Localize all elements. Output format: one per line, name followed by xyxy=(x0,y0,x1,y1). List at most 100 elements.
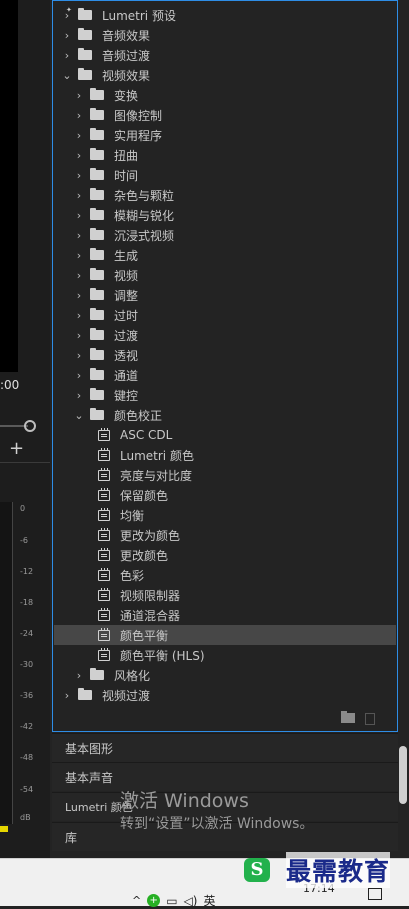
folder-icon xyxy=(78,68,92,80)
effects-tree-row[interactable]: › 过时 xyxy=(54,305,396,325)
chevron-right-icon[interactable]: › xyxy=(62,49,72,62)
volume-icon[interactable]: ◁) xyxy=(184,894,198,908)
tray-overflow-icon[interactable]: ^ xyxy=(132,894,141,907)
effects-tree-row[interactable]: 更改为颜色 xyxy=(54,525,396,545)
effects-tree-label: 透视 xyxy=(114,348,139,363)
effects-tree-label: 风格化 xyxy=(114,668,151,683)
chevron-right-icon[interactable]: › xyxy=(74,389,84,402)
effects-tree-label: 键控 xyxy=(114,388,139,403)
effects-tree-label: 视频限制器 xyxy=(120,588,181,603)
effects-tree-label: 生成 xyxy=(114,248,139,263)
effects-tree-row[interactable]: › 音频过渡 xyxy=(54,45,396,65)
effects-tree-row[interactable]: › 生成 xyxy=(54,245,396,265)
chevron-right-icon[interactable]: › xyxy=(74,669,84,682)
effects-tree-row[interactable]: ⌄ 颜色校正 xyxy=(54,405,396,425)
chevron-down-icon[interactable]: ⌄ xyxy=(74,409,84,422)
effects-tree-row[interactable]: › 时间 xyxy=(54,165,396,185)
chevron-right-icon[interactable]: › xyxy=(74,209,84,222)
chevron-right-icon[interactable]: › xyxy=(74,129,84,142)
action-center-icon[interactable] xyxy=(368,888,382,900)
effects-tree-row[interactable]: › 视频过渡 xyxy=(54,685,396,705)
chevron-right-icon[interactable]: › xyxy=(74,269,84,282)
zoom-slider-handle[interactable] xyxy=(24,420,36,432)
meter-scale-tick: -36 xyxy=(20,691,34,700)
effects-tree-row[interactable]: › 视频 xyxy=(54,265,396,285)
chevron-right-icon[interactable]: › xyxy=(74,369,84,382)
effects-tree-row[interactable]: › 杂色与颗粒 xyxy=(54,185,396,205)
ime-label[interactable]: 英 xyxy=(203,892,215,909)
audio-meter-bar xyxy=(0,502,13,824)
chevron-right-icon[interactable]: › xyxy=(74,169,84,182)
effects-tree-row[interactable]: › 过渡 xyxy=(54,325,396,345)
app-tray-icon[interactable]: + xyxy=(147,894,161,907)
effects-tree-row[interactable]: › 风格化 xyxy=(54,665,396,685)
effects-tree-row[interactable]: › 键控 xyxy=(54,385,396,405)
stack-panel-label: 基本图形 xyxy=(65,741,114,756)
stack-panel-essential-graphics[interactable]: 基本图形 xyxy=(52,733,398,762)
chevron-right-icon[interactable]: › xyxy=(74,249,84,262)
folder-icon xyxy=(90,368,104,380)
effects-tree-row[interactable]: 视频限制器 xyxy=(54,585,396,605)
folder-icon xyxy=(78,48,92,60)
chevron-right-icon[interactable]: › xyxy=(62,29,72,42)
effects-tree-row[interactable]: Lumetri 颜色 xyxy=(54,445,396,465)
delete-icon[interactable] xyxy=(365,713,375,725)
effects-tree-row[interactable]: › 实用程序 xyxy=(54,125,396,145)
effects-tree-row[interactable]: › 模糊与锐化 xyxy=(54,205,396,225)
folder-icon xyxy=(78,688,92,700)
folder-icon xyxy=(90,308,104,320)
effects-tree-row[interactable]: › 透视 xyxy=(54,345,396,365)
effect-icon xyxy=(98,487,110,501)
chevron-right-icon[interactable]: › xyxy=(74,189,84,202)
effects-tree-row[interactable]: › ✦ Lumetri 预设 xyxy=(54,5,396,25)
effects-tree-row[interactable]: › 音频效果 xyxy=(54,25,396,45)
effects-tree-label: 杂色与颗粒 xyxy=(114,188,175,203)
effect-icon xyxy=(98,587,110,601)
chevron-right-icon[interactable]: › xyxy=(74,229,84,242)
effects-tree-row[interactable]: 颜色平衡 (HLS) xyxy=(54,645,396,665)
folder-icon xyxy=(90,188,104,200)
effects-tree-row[interactable]: › 变换 xyxy=(54,85,396,105)
effects-tree-row[interactable]: › 通道 xyxy=(54,365,396,385)
effects-tree-label: 通道 xyxy=(114,368,139,383)
new-custom-bin-icon[interactable] xyxy=(341,711,355,723)
effects-tree-label: 视频过渡 xyxy=(102,688,151,703)
chevron-right-icon[interactable]: › xyxy=(62,689,72,702)
chevron-right-icon[interactable]: › xyxy=(74,329,84,342)
chevron-right-icon[interactable]: › xyxy=(74,289,84,302)
effects-tree-row[interactable]: › 图像控制 xyxy=(54,105,396,125)
effects-tree-label: 模糊与锐化 xyxy=(114,208,175,223)
effects-tree-row[interactable]: 亮度与对比度 xyxy=(54,465,396,485)
effects-tree-row[interactable]: 通道混合器 xyxy=(54,605,396,625)
add-button[interactable]: + xyxy=(9,440,24,458)
effects-tree-label: 过渡 xyxy=(114,328,139,343)
effects-tree-row[interactable]: 保留颜色 xyxy=(54,485,396,505)
timecode-display[interactable]: :00 xyxy=(0,378,19,392)
stack-panel-label: 库 xyxy=(65,830,78,845)
chevron-right-icon[interactable]: › xyxy=(74,349,84,362)
chevron-down-icon[interactable]: ⌄ xyxy=(62,69,72,82)
effects-tree-label: 颜色校正 xyxy=(114,408,163,423)
effects-tree-row[interactable]: ASC CDL xyxy=(54,425,396,445)
effects-tree-label: 实用程序 xyxy=(114,128,163,143)
effects-tree-row[interactable]: ⌄ 视频效果 xyxy=(54,65,396,85)
chevron-right-icon[interactable]: › xyxy=(74,149,84,162)
effect-icon xyxy=(98,647,110,661)
effects-tree-row[interactable]: › 沉浸式视频 xyxy=(54,225,396,245)
network-icon[interactable]: ▭ xyxy=(166,894,177,908)
effects-tree-row[interactable]: › 扭曲 xyxy=(54,145,396,165)
effects-tree-row[interactable]: 更改颜色 xyxy=(54,545,396,565)
chevron-right-icon[interactable]: › xyxy=(74,89,84,102)
chevron-right-icon[interactable]: › xyxy=(74,309,84,322)
effects-tree-label: 更改颜色 xyxy=(120,548,169,563)
chevron-right-icon[interactable]: › xyxy=(74,109,84,122)
effects-tree-row[interactable]: › 调整 xyxy=(54,285,396,305)
effects-tree-row[interactable]: 颜色平衡 xyxy=(54,625,396,645)
effects-panel-footer xyxy=(341,711,375,725)
effects-tree-row[interactable]: 色彩 xyxy=(54,565,396,585)
effects-tree-label: 音频过渡 xyxy=(102,48,151,63)
panel-scrollbar[interactable] xyxy=(399,746,407,804)
folder-icon xyxy=(90,328,104,340)
effects-tree-row[interactable]: 均衡 xyxy=(54,505,396,525)
folder-star-icon xyxy=(78,8,92,20)
